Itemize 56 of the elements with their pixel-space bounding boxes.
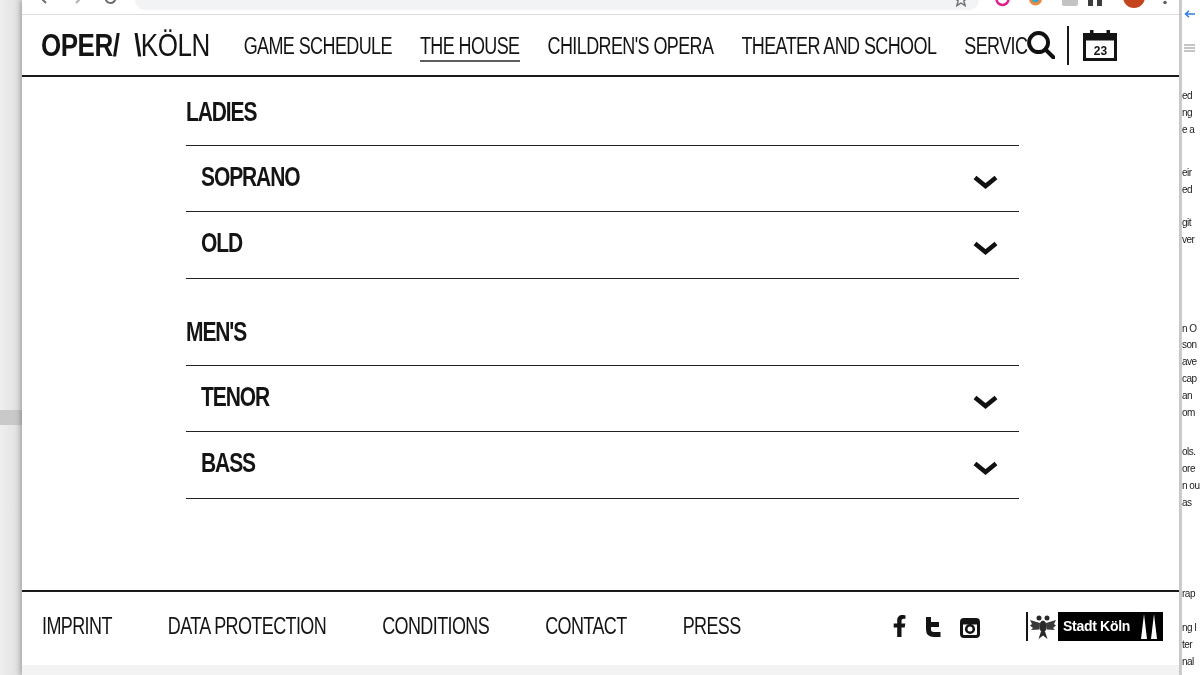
star-icon[interactable] [954, 0, 968, 7]
nav-link[interactable]: THEATER AND SCHOOL [741, 33, 937, 62]
avatar-icon[interactable] [1123, 0, 1145, 8]
text-fragment: ng [1182, 105, 1193, 120]
text-fragment: an [1182, 388, 1193, 403]
text-fragment: son [1182, 338, 1197, 353]
calendar-button[interactable]: 23 [1083, 29, 1118, 61]
round-icon[interactable] [1028, 0, 1043, 7]
camera-icon [960, 618, 980, 638]
text-fragment: eir [1182, 166, 1192, 181]
text-fragment: ed [1182, 183, 1193, 198]
footer-link[interactable]: CONTACT [545, 613, 627, 639]
nav-link[interactable]: SERVIC [964, 33, 1028, 62]
search-button[interactable] [1027, 31, 1056, 59]
text-fragment: nal [1182, 654, 1194, 669]
text-fragment: e a [1182, 122, 1195, 137]
site-logo[interactable]: OPER/ \KÖLN [41, 29, 210, 61]
text-fragment: ng l [1182, 621, 1197, 636]
text-fragment: cap [1182, 371, 1197, 386]
calendar-icon [1083, 29, 1118, 61]
ring-icon[interactable] [995, 0, 1010, 7]
text-fragment: om [1182, 405, 1195, 420]
footer-link[interactable]: PRESS [682, 613, 741, 639]
footer-link[interactable]: DATA PROTECTION [167, 613, 327, 639]
text-fragment: ave [1182, 355, 1197, 370]
accordion-header[interactable]: OLD [186, 211, 1019, 279]
nav-link[interactable]: CHILDREN'S OPERA [547, 33, 714, 62]
text-fragment: n O [1182, 321, 1197, 336]
footer-link[interactable]: CONDITIONS [382, 613, 490, 639]
nav-link[interactable]: THE HOUSE [419, 33, 520, 62]
group-heading: MEN'S [186, 315, 247, 349]
t-logo-link[interactable] [925, 615, 941, 637]
city-logo[interactable]: Stadt Köln [1026, 611, 1163, 641]
text-fragment: as [1182, 495, 1192, 510]
text-fragment: ver [1182, 232, 1195, 247]
f-logo-icon [893, 615, 906, 637]
text-fragment: rap [1182, 586, 1195, 601]
t-logo-icon [925, 617, 941, 637]
city-name: Stadt Köln [1063, 618, 1130, 634]
nav-link[interactable]: GAME SCHEDULE [243, 33, 392, 62]
text-fragment: ed [1182, 89, 1193, 103]
dot-icon[interactable] [1163, 0, 1167, 6]
text-fragment: ter [1182, 638, 1193, 653]
block-icon[interactable] [1088, 0, 1102, 6]
left-arrow-icon[interactable] [1184, 10, 1195, 18]
reload-icon[interactable] [104, 0, 117, 6]
group-heading: LADIES [186, 95, 257, 129]
search-icon [1027, 31, 1056, 59]
footer-link[interactable]: IMPRINT [42, 613, 112, 639]
accordion-header[interactable]: BASS [186, 431, 1019, 499]
text-fragment: ore [1182, 462, 1195, 477]
text-fragment: git [1182, 216, 1192, 230]
text-fragment: ols. [1182, 445, 1196, 460]
f-logo-link[interactable] [893, 615, 906, 637]
text-fragment: n ou [1182, 478, 1200, 493]
eagle-icon [1030, 613, 1056, 639]
